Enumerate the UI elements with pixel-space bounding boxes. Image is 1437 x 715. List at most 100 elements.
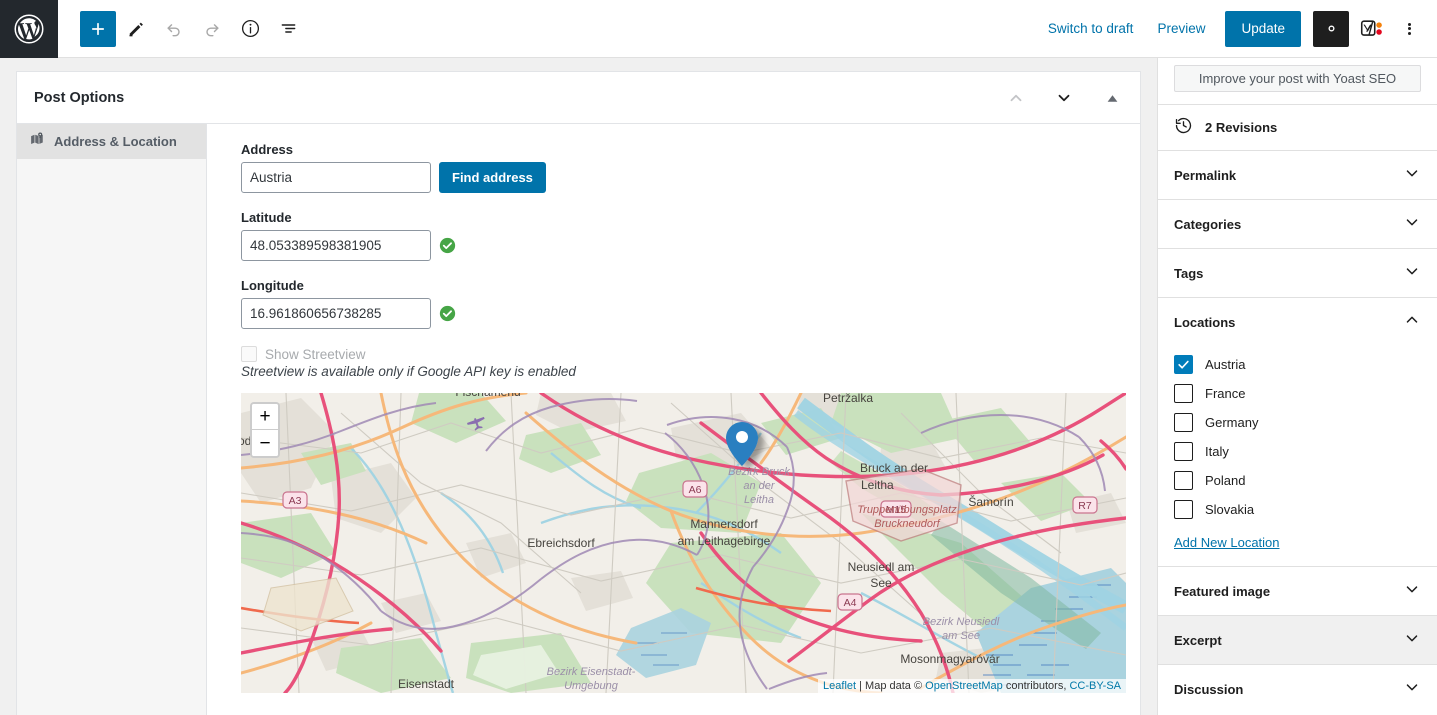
license-link[interactable]: CC-BY-SA (1069, 680, 1121, 692)
road-shield: R7 (1072, 496, 1098, 514)
location-row-poland[interactable]: Poland (1174, 466, 1421, 495)
chevron-down-icon (1403, 262, 1421, 285)
yoast-improve-post-button[interactable]: Improve your post with Yoast SEO (1174, 65, 1421, 92)
find-address-button[interactable]: Find address (439, 162, 546, 193)
sidebar-section-discussion[interactable]: Discussion (1158, 664, 1437, 713)
clock-revision-icon (1174, 116, 1193, 140)
sidebar-section-categories[interactable]: Categories (1158, 199, 1437, 248)
svg-text:A4: A4 (844, 597, 857, 609)
kebab-menu-icon[interactable] (1393, 11, 1425, 47)
svg-text:R7: R7 (1078, 500, 1092, 512)
svg-text:Fischamend: Fischamend (455, 393, 520, 399)
sidebar-section-locations[interactable]: Locations (1158, 297, 1437, 346)
svg-text:am Leithagebirge: am Leithagebirge (678, 534, 771, 548)
page-title: Post Options (34, 89, 125, 106)
svg-text:Bezirk Eisenstadt-: Bezirk Eisenstadt- (547, 666, 636, 678)
location-row-italy[interactable]: Italy (1174, 437, 1421, 466)
road-shield: A6 (682, 480, 708, 498)
gear-icon[interactable] (1313, 10, 1349, 47)
sidebar-section-tags-label: Tags (1174, 265, 1204, 281)
location-checkbox-austria[interactable] (1174, 355, 1193, 374)
tab-address-location-label: Address & Location (54, 134, 177, 149)
undo-button[interactable] (156, 11, 192, 47)
leaflet-map[interactable]: A3 A6 M15 R7 A4 Petržalka od Bruck an de… (241, 393, 1126, 693)
zoom-in-button[interactable]: + (252, 404, 278, 430)
top-bar-tools (58, 10, 306, 47)
chevron-down-icon (1403, 164, 1421, 187)
location-checkbox-germany[interactable] (1174, 413, 1193, 432)
tab-address-location[interactable]: Address & Location (17, 124, 206, 159)
svg-text:an der: an der (743, 480, 776, 492)
svg-text:Mannersdorf: Mannersdorf (690, 517, 758, 531)
preview-link[interactable]: Preview (1145, 15, 1217, 42)
revisions-row[interactable]: 2 Revisions (1158, 104, 1437, 150)
location-checkbox-italy[interactable] (1174, 442, 1193, 461)
location-row-france[interactable]: France (1174, 379, 1421, 408)
list-view-button[interactable] (270, 11, 306, 47)
add-block-button[interactable] (80, 10, 116, 47)
map-attribution: Leaflet | Map data © OpenStreetMap contr… (818, 679, 1126, 693)
address-input[interactable] (241, 162, 431, 193)
svg-text:Mosonmagyaróvár: Mosonmagyaróvár (900, 652, 999, 666)
svg-text:Ebreichsdorf: Ebreichsdorf (527, 536, 595, 550)
tools-pencil-button[interactable] (118, 11, 154, 47)
svg-text:A6: A6 (689, 484, 702, 496)
openstreetmap-link[interactable]: OpenStreetMap (925, 680, 1003, 692)
svg-text:Truppenübungsplatz: Truppenübungsplatz (857, 504, 957, 516)
latitude-input[interactable] (241, 230, 431, 261)
metabox-controls (1002, 72, 1126, 124)
sidebar-section-locations-label: Locations (1174, 314, 1236, 330)
leaflet-link[interactable]: Leaflet (823, 680, 856, 692)
metabox-body: Address & Location Address Find address … (17, 124, 1140, 715)
location-row-slovakia[interactable]: Slovakia (1174, 495, 1421, 524)
svg-text:See: See (870, 576, 892, 590)
revisions-label: 2 Revisions (1205, 120, 1278, 135)
sidebar-section-permalink[interactable]: Permalink (1158, 150, 1437, 199)
sidebar-section-excerpt[interactable]: Excerpt (1158, 615, 1437, 664)
attribution-sep: | Map data © (856, 680, 926, 692)
editor-canvas: Post Options Address & Location Address … (0, 58, 1157, 715)
svg-text:Umgebung: Umgebung (564, 680, 619, 692)
svg-text:Bruckneudorf: Bruckneudorf (874, 518, 940, 530)
chevron-down-icon (1403, 213, 1421, 236)
sidebar-section-excerpt-label: Excerpt (1174, 632, 1222, 648)
update-button[interactable]: Update (1225, 10, 1301, 47)
yoast-seo-icon[interactable] (1353, 11, 1393, 47)
editor-top-bar: Switch to draft Preview Update (0, 0, 1437, 58)
map-marker-icon (30, 132, 45, 152)
location-checkbox-slovakia[interactable] (1174, 500, 1193, 519)
collapse-button[interactable] (1098, 84, 1126, 112)
show-streetview-checkbox[interactable] (241, 346, 257, 362)
longitude-input[interactable] (241, 298, 431, 329)
longitude-label: Longitude (241, 278, 304, 293)
streetview-help-text: Streetview is available only if Google A… (241, 364, 576, 379)
sidebar-section-discussion-label: Discussion (1174, 681, 1244, 697)
svg-text:Leitha: Leitha (744, 494, 774, 506)
svg-text:Neusiedl am: Neusiedl am (848, 560, 915, 574)
svg-text:Petržalka: Petržalka (823, 393, 873, 405)
move-up-button[interactable] (1002, 84, 1030, 112)
wordpress-logo-icon[interactable] (0, 0, 58, 58)
sidebar-section-featured-image-label: Featured image (1174, 583, 1271, 599)
add-new-location-link[interactable]: Add New Location (1174, 535, 1280, 550)
switch-to-draft-link[interactable]: Switch to draft (1036, 15, 1146, 42)
location-row-germany[interactable]: Germany (1174, 408, 1421, 437)
zoom-out-button[interactable]: − (252, 430, 278, 456)
latitude-field-group: Latitude (241, 210, 1140, 261)
sidebar-section-featured-image[interactable]: Featured image (1158, 566, 1437, 615)
location-label-germany: Germany (1205, 415, 1259, 430)
sidebar-section-tags[interactable]: Tags (1158, 248, 1437, 297)
location-label-france: France (1205, 386, 1246, 401)
svg-text:Leitha: Leitha (861, 478, 894, 492)
details-info-button[interactable] (232, 11, 268, 47)
svg-text:Bruck an der: Bruck an der (860, 461, 928, 475)
move-down-button[interactable] (1050, 84, 1078, 112)
location-checkbox-poland[interactable] (1174, 471, 1193, 490)
redo-button[interactable] (194, 11, 230, 47)
locations-checkbox-list: Austria France Germany Italy Poland Slov… (1158, 346, 1437, 566)
show-streetview-row[interactable]: Show Streetview (241, 346, 1140, 362)
post-settings-sidebar: Improve your post with Yoast SEO 2 Revis… (1157, 58, 1437, 715)
location-checkbox-france[interactable] (1174, 384, 1193, 403)
location-label-slovakia: Slovakia (1205, 502, 1255, 517)
location-row-austria[interactable]: Austria (1174, 350, 1421, 379)
